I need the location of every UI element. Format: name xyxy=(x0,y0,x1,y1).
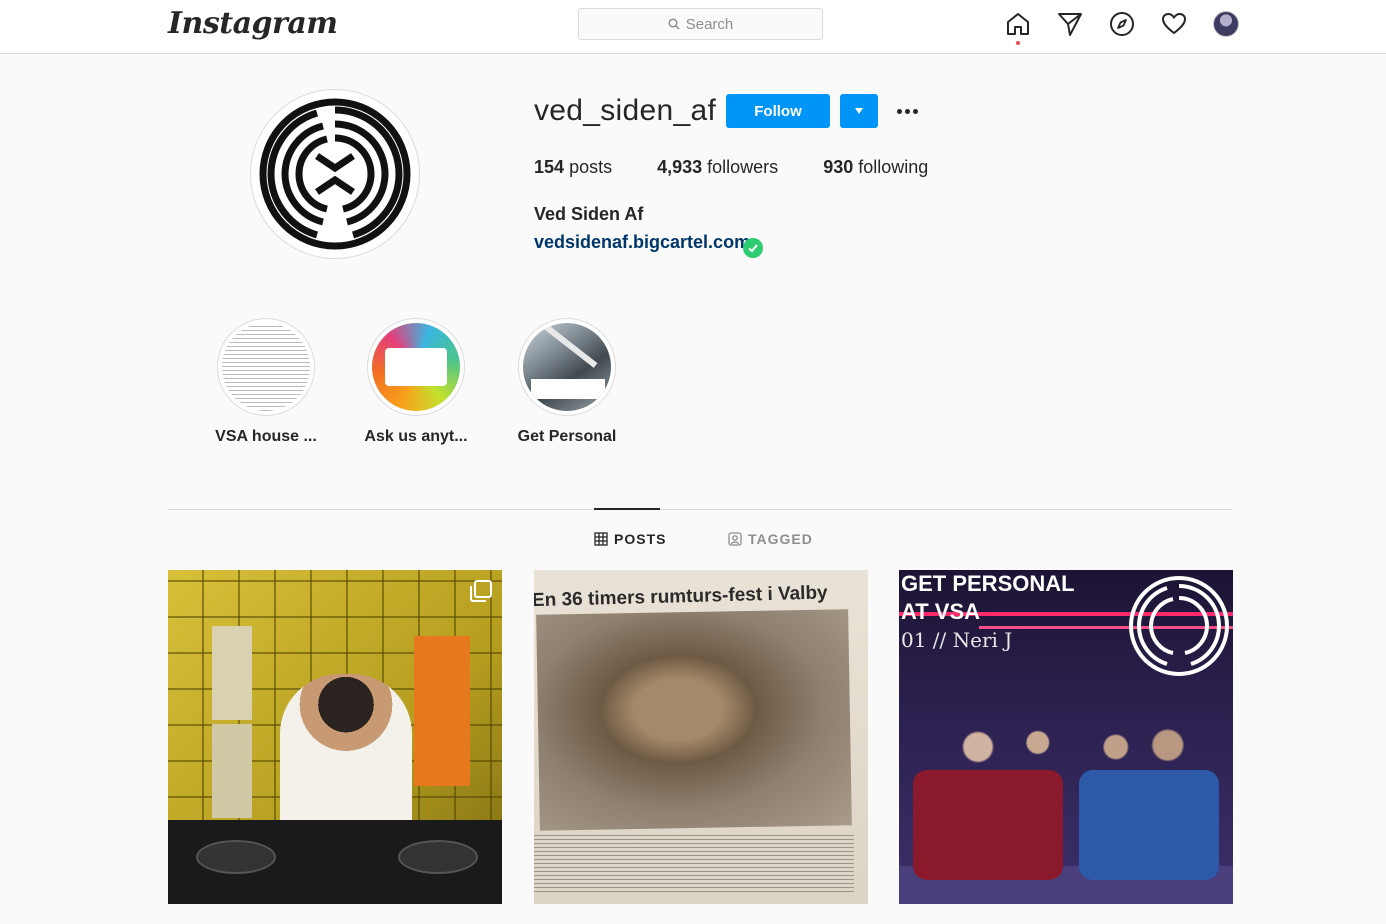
more-dot-icon xyxy=(912,108,918,114)
tab-posts-label: POSTS xyxy=(614,531,667,547)
profile-website-link[interactable]: vedsidenaf.bigcartel.com xyxy=(534,232,750,253)
highlight-label: Get Personal xyxy=(517,428,617,445)
more-options-button[interactable] xyxy=(893,100,921,122)
post-image-detail xyxy=(212,626,252,720)
post-thumbnail[interactable]: GET PERSONAL AT VSA 01 // Neri J xyxy=(899,570,1233,904)
highlight-item[interactable]: Ask us anyt... xyxy=(364,318,468,446)
post-title: GET PERSONAL AT VSA xyxy=(901,570,1075,626)
notification-dot xyxy=(1016,41,1020,45)
explore-icon[interactable] xyxy=(1108,10,1136,38)
follow-button[interactable]: Follow xyxy=(726,94,830,128)
highlight-label: VSA house ... xyxy=(215,428,317,445)
maze-logo-icon xyxy=(1129,576,1229,676)
question-sticker xyxy=(385,348,447,386)
post-title-line: AT VSA xyxy=(901,599,981,624)
more-dot-icon xyxy=(896,108,902,114)
search-placeholder: Search xyxy=(685,15,734,33)
nav-icons xyxy=(1004,10,1240,45)
post-subtitle: 01 // Neri J xyxy=(901,628,1013,652)
followers-count[interactable]: 4,933 followers xyxy=(657,157,778,178)
highlight-thumbnail xyxy=(523,323,611,411)
highlight-item[interactable]: Get Personal xyxy=(517,318,617,446)
tab-tagged[interactable]: TAGGED xyxy=(728,531,813,547)
post-image-detail xyxy=(939,720,1199,810)
posts-count-value: 154 xyxy=(534,157,565,177)
posts-count: 154 posts xyxy=(534,157,612,178)
post-image-detail xyxy=(398,840,478,874)
newspaper-headline: En 36 timers rumturs-fest i Valby xyxy=(534,582,828,612)
post-image-detail xyxy=(534,832,854,892)
search-input[interactable]: Search xyxy=(578,8,823,40)
search-icon xyxy=(668,18,680,30)
caret-down-icon xyxy=(855,108,863,114)
profile-avatar[interactable] xyxy=(1212,10,1240,38)
profile-full-name: Ved Siden Af xyxy=(534,204,644,224)
post-thumbnail[interactable]: En 36 timers rumturs-fest i Valby xyxy=(534,570,868,904)
post-thumbnail[interactable] xyxy=(168,570,502,904)
post-image-detail xyxy=(280,674,412,844)
post-image-detail xyxy=(196,840,276,874)
highlight-thumbnail xyxy=(222,323,310,411)
highlight-label: Ask us anyt... xyxy=(364,428,468,445)
post-title-line: GET PERSONAL xyxy=(901,571,1075,596)
carousel-icon xyxy=(470,580,492,602)
highlight-cover xyxy=(367,318,465,416)
suggested-accounts-dropdown-button[interactable] xyxy=(840,94,878,128)
top-navbar: Instagram Search xyxy=(0,0,1386,54)
profile-stats: 154 posts 4,933 followers 930 following xyxy=(534,157,928,178)
profile-picture[interactable] xyxy=(250,89,420,259)
avatar xyxy=(1213,11,1239,37)
tabs-divider xyxy=(168,509,1232,510)
maze-logo-icon xyxy=(259,98,411,250)
profile-username: ved_siden_af xyxy=(534,94,717,127)
direct-icon[interactable] xyxy=(1056,10,1084,38)
post-image-detail xyxy=(536,609,852,831)
highlight-thumbnail xyxy=(372,323,460,411)
posts-count-label: posts xyxy=(569,157,613,177)
active-tab-indicator xyxy=(594,508,660,510)
followers-count-value: 4,933 xyxy=(657,157,703,177)
verified-check-icon xyxy=(743,238,763,258)
more-dot-icon xyxy=(904,108,910,114)
instagram-logo[interactable]: Instagram xyxy=(168,6,338,41)
post-image-detail xyxy=(414,636,470,786)
post-image-detail xyxy=(212,724,252,818)
tagged-user-icon xyxy=(728,532,742,546)
home-icon[interactable] xyxy=(1004,10,1032,45)
highlight-cover xyxy=(518,318,616,416)
tab-posts[interactable]: POSTS xyxy=(594,531,666,547)
highlight-cover xyxy=(217,318,315,416)
followers-count-label: followers xyxy=(707,157,779,177)
tab-tagged-label: TAGGED xyxy=(748,531,813,547)
following-count-label: following xyxy=(858,157,929,177)
grid-icon xyxy=(594,532,608,546)
following-count[interactable]: 930 following xyxy=(823,157,928,178)
activity-heart-icon[interactable] xyxy=(1160,10,1188,38)
following-count-value: 930 xyxy=(823,157,854,177)
highlight-item[interactable]: VSA house ... xyxy=(215,318,317,446)
